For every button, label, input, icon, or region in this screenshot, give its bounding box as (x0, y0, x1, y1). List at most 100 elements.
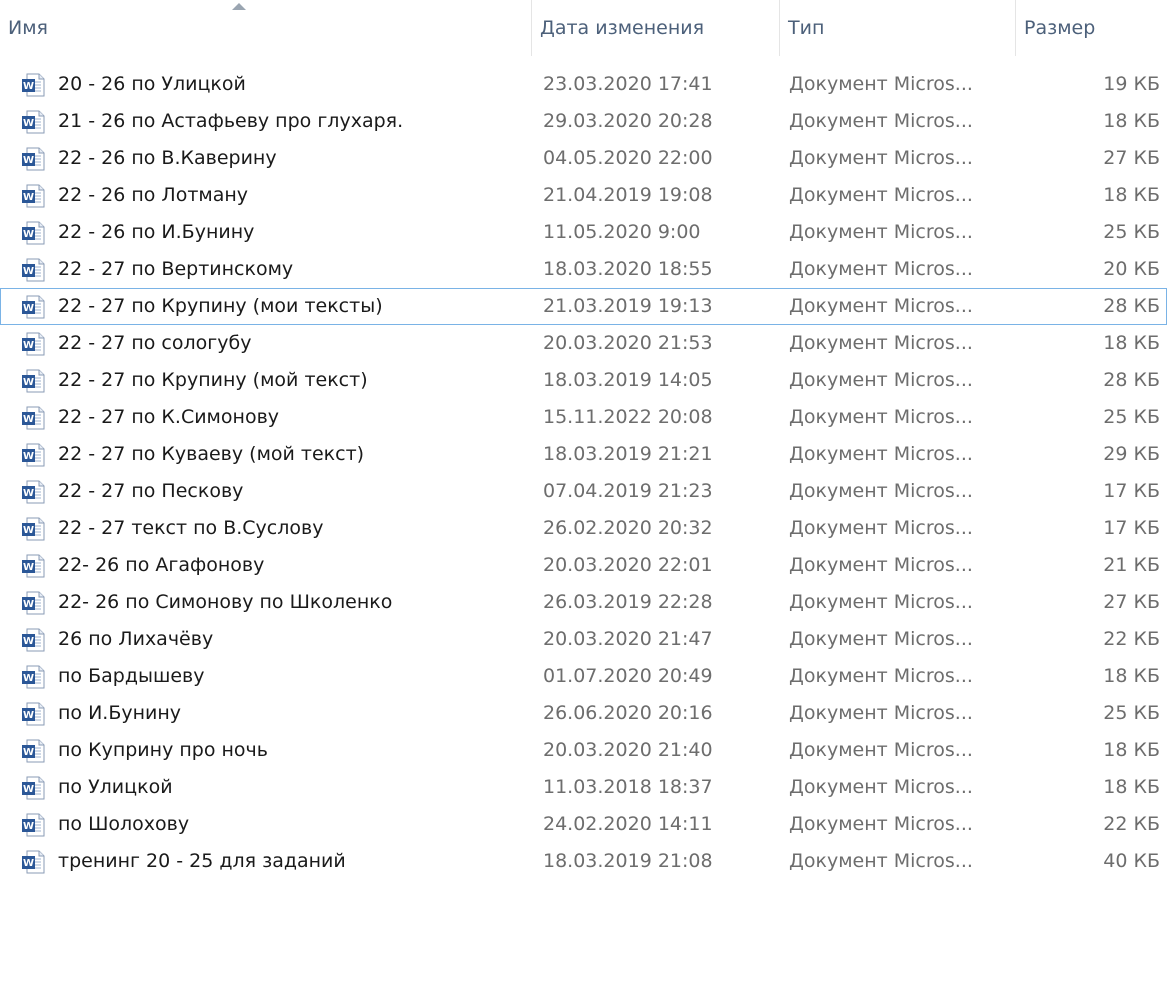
column-header-name[interactable]: Имя (0, 0, 532, 56)
file-row[interactable]: W 22 - 27 по К.Симонову 15.11.2022 20:08 До… (0, 399, 1167, 436)
file-row[interactable]: Wтренинг 20 - 25 для заданий 18.03.2019 2… (0, 843, 1167, 880)
file-row[interactable]: W 22 - 27 текст по В.Суслову 26.02.2020 20… (0, 510, 1167, 547)
file-size: 25 КБ (1103, 221, 1160, 243)
file-row[interactable]: W 22 - 27 по Крупину (мой текст) 18.03.201… (0, 362, 1167, 399)
file-name: по Бардышеву (58, 665, 205, 687)
file-row[interactable]: W 22 - 26 по И.Бунину 11.05.2020 9:00 Докум… (0, 214, 1167, 251)
word-document-icon: W (20, 627, 46, 653)
svg-text:W: W (23, 747, 34, 758)
file-size: 40 КБ (1103, 850, 1160, 872)
file-row[interactable]: W 26 по Лихачёву 20.03.2020 21:47 Документ … (0, 621, 1167, 658)
file-explorer-details-view: Имя Дата изменения Тип Размер W 20 - 26 п… (0, 0, 1167, 993)
svg-text:W: W (23, 414, 34, 425)
file-row[interactable]: W 22 - 26 по В.Каверину 04.05.2020 22:00 До… (0, 140, 1167, 177)
file-date-modified: 21.03.2019 19:13 (543, 295, 713, 317)
svg-text:W: W (23, 784, 34, 795)
file-row[interactable]: W 21 - 26 по Астафьеву про глухаря. 29.03.… (0, 103, 1167, 140)
column-header-type[interactable]: Тип (780, 0, 1016, 56)
svg-text:W: W (23, 303, 34, 314)
svg-text:W: W (23, 229, 34, 240)
svg-text:W: W (23, 451, 34, 462)
svg-text:W: W (23, 488, 34, 499)
word-document-icon: W (20, 590, 46, 616)
file-type: Документ Micros... (789, 443, 973, 465)
file-row[interactable]: W 22 - 27 по сологубу 20.03.2020 21:53 Доку… (0, 325, 1167, 362)
column-header-name-label: Имя (8, 17, 48, 39)
word-document-icon: W (20, 812, 46, 838)
svg-text:W: W (23, 266, 34, 277)
file-date-modified: 21.04.2019 19:08 (543, 184, 713, 206)
file-list: W 20 - 26 по Улицкой 23.03.2020 17:41 Докум… (0, 66, 1167, 880)
svg-text:W: W (23, 192, 34, 203)
file-type: Документ Micros... (789, 406, 973, 428)
file-size: 27 КБ (1103, 147, 1160, 169)
file-size: 18 КБ (1103, 776, 1160, 798)
file-name: 22- 26 по Агафонову (58, 554, 265, 576)
svg-text:W: W (23, 562, 34, 573)
file-size: 19 КБ (1103, 73, 1160, 95)
file-size: 22 КБ (1103, 813, 1160, 835)
file-date-modified: 18.03.2019 21:08 (543, 850, 713, 872)
file-name: 22 - 27 по Вертинскому (58, 258, 294, 280)
file-name: 22 - 26 по Лотману (58, 184, 249, 206)
file-row[interactable]: W 22 - 27 по Вертинскому 18.03.2020 18:55 Д… (0, 251, 1167, 288)
file-name: 22 - 27 по К.Симонову (58, 406, 280, 428)
file-row[interactable]: W 22- 26 по Симонову по Школенко 26.03.201… (0, 584, 1167, 621)
svg-text:W: W (23, 340, 34, 351)
file-type: Документ Micros... (789, 480, 973, 502)
file-size: 22 КБ (1103, 628, 1160, 650)
word-document-icon: W (20, 331, 46, 357)
word-document-icon: W (20, 405, 46, 431)
file-row[interactable]: W 20 - 26 по Улицкой 23.03.2020 17:41 Докум… (0, 66, 1167, 103)
file-date-modified: 26.02.2020 20:32 (543, 517, 713, 539)
word-document-icon: W (20, 220, 46, 246)
file-type: Документ Micros... (789, 813, 973, 835)
file-name: по Шолохову (58, 813, 190, 835)
file-date-modified: 11.03.2018 18:37 (543, 776, 713, 798)
file-type: Документ Micros... (789, 184, 973, 206)
file-date-modified: 11.05.2020 9:00 (543, 221, 701, 243)
file-type: Документ Micros... (789, 221, 973, 243)
file-type: Документ Micros... (789, 517, 973, 539)
word-document-icon: W (20, 368, 46, 394)
file-size: 18 КБ (1103, 110, 1160, 132)
file-name: 21 - 26 по Астафьеву про глухаря. (58, 110, 404, 132)
file-row[interactable]: Wпо Куприну про ночь 20.03.2020 21:40 Доку… (0, 732, 1167, 769)
file-date-modified: 24.02.2020 14:11 (543, 813, 713, 835)
word-document-icon: W (20, 72, 46, 98)
file-type: Документ Micros... (789, 110, 973, 132)
file-name: 22 - 26 по И.Бунину (58, 221, 255, 243)
file-date-modified: 20.03.2020 21:40 (543, 739, 713, 761)
file-name: 22 - 27 по сологубу (58, 332, 252, 354)
file-name: 22 - 27 по Пескову (58, 480, 244, 502)
file-size: 29 КБ (1103, 443, 1160, 465)
file-row[interactable]: W 22- 26 по Агафонову 20.03.2020 22:01 Доку… (0, 547, 1167, 584)
file-row[interactable]: Wпо Улицкой 11.03.2018 18:37 Документ Micr… (0, 769, 1167, 806)
file-type: Документ Micros... (789, 776, 973, 798)
word-document-icon: W (20, 479, 46, 505)
file-size: 28 КБ (1103, 295, 1160, 317)
word-document-icon: W (20, 294, 46, 320)
file-row[interactable]: Wпо Бардышеву 01.07.2020 20:49 Документ Mi… (0, 658, 1167, 695)
column-header-date-modified[interactable]: Дата изменения (532, 0, 780, 56)
file-type: Документ Micros... (789, 73, 973, 95)
file-row[interactable]: W 22 - 27 по Куваеву (мой текст) 18.03.201… (0, 436, 1167, 473)
file-date-modified: 20.03.2020 21:47 (543, 628, 713, 650)
file-row[interactable]: W 22 - 26 по Лотману 21.04.2019 19:08 Докум… (0, 177, 1167, 214)
column-header-size[interactable]: Размер (1016, 0, 1167, 56)
sort-ascending-icon (232, 3, 246, 10)
word-document-icon: W (20, 701, 46, 727)
file-type: Документ Micros... (789, 147, 973, 169)
file-size: 17 КБ (1103, 517, 1160, 539)
file-size: 18 КБ (1103, 739, 1160, 761)
svg-text:W: W (23, 636, 34, 647)
file-date-modified: 20.03.2020 21:53 (543, 332, 713, 354)
svg-text:W: W (23, 673, 34, 684)
file-row[interactable]: W 22 - 27 по Пескову 07.04.2019 21:23 Докум… (0, 473, 1167, 510)
file-row[interactable]: Wпо Шолохову 24.02.2020 14:11 Документ Mic… (0, 806, 1167, 843)
file-row[interactable]: Wпо И.Бунину 26.06.2020 20:16 Документ Mic… (0, 695, 1167, 732)
word-document-icon: W (20, 553, 46, 579)
file-row[interactable]: W 22 - 27 по Крупину (мои тексты) 21.03.20… (0, 288, 1167, 325)
file-date-modified: 07.04.2019 21:23 (543, 480, 713, 502)
file-type: Документ Micros... (789, 554, 973, 576)
